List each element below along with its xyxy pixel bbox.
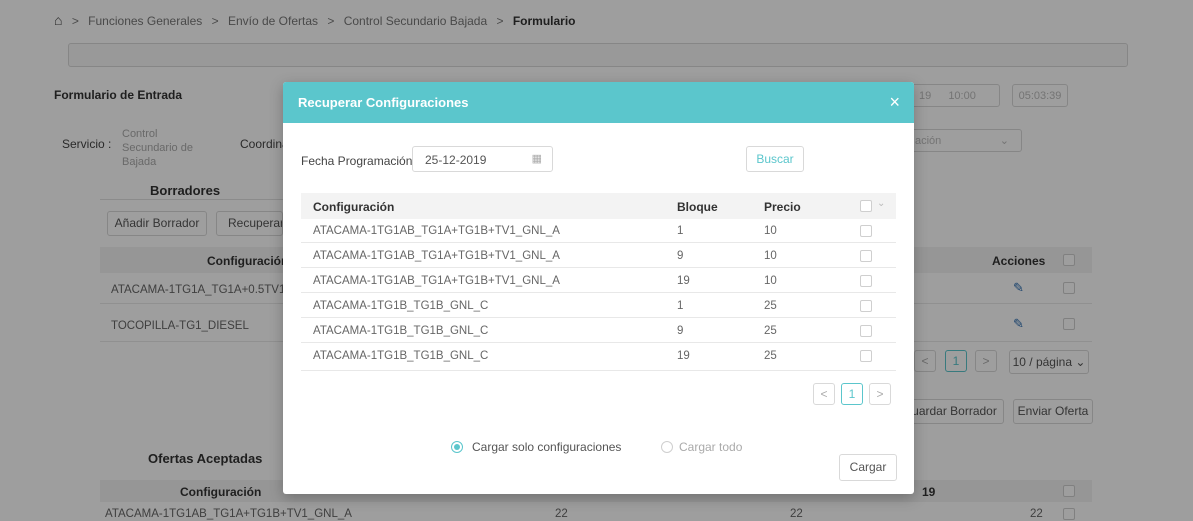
table-cell-precio: 25	[764, 300, 777, 312]
radio-load-only-configs[interactable]	[451, 441, 463, 453]
row-checkbox[interactable]	[860, 325, 872, 337]
page-1-button[interactable]: 1	[841, 383, 863, 405]
row-divider	[301, 292, 896, 293]
row-checkbox[interactable]	[860, 250, 872, 262]
table-cell-bloque: 9	[677, 325, 684, 337]
modal-header: Recuperar Configuraciones ×	[283, 82, 914, 123]
table-cell-precio: 10	[764, 225, 777, 237]
table-cell-config: ATACAMA-1TG1B_TG1B_GNL_C	[313, 350, 489, 362]
table-cell-precio: 10	[764, 275, 777, 287]
load-button[interactable]: Cargar	[839, 454, 897, 481]
table-cell-config: ATACAMA-1TG1AB_TG1A+TG1B+TV1_GNL_A	[313, 225, 560, 237]
col-bloque: Bloque	[677, 200, 718, 214]
chevron-down-icon[interactable]: ⌄	[877, 198, 885, 209]
table-cell-config: ATACAMA-1TG1AB_TG1A+TG1B+TV1_GNL_A	[313, 250, 560, 262]
row-divider	[301, 242, 896, 243]
next-page-button[interactable]: >	[869, 383, 891, 405]
radio-load-all[interactable]	[661, 441, 673, 453]
table-cell-config: ATACAMA-1TG1B_TG1B_GNL_C	[313, 325, 489, 337]
table-cell-precio: 10	[764, 250, 777, 262]
row-checkbox[interactable]	[860, 275, 872, 287]
table-cell-config: ATACAMA-1TG1B_TG1B_GNL_C	[313, 300, 489, 312]
date-value: 25-12-2019	[425, 153, 487, 167]
row-checkbox[interactable]	[860, 350, 872, 362]
radio-load-only-configs-label[interactable]: Cargar solo configuraciones	[472, 440, 621, 454]
table-cell-bloque: 19	[677, 350, 690, 362]
table-cell-precio: 25	[764, 350, 777, 362]
close-icon[interactable]: ×	[889, 92, 900, 113]
col-configuracion: Configuración	[313, 200, 395, 214]
date-label: Fecha Programación :	[301, 154, 420, 168]
row-divider	[301, 317, 896, 318]
table-cell-bloque: 19	[677, 275, 690, 287]
table-cell-config: ATACAMA-1TG1AB_TG1A+TG1B+TV1_GNL_A	[313, 275, 560, 287]
calendar-icon: ▦	[531, 153, 542, 165]
row-divider	[301, 370, 896, 371]
recover-config-modal: Recuperar Configuraciones × Fecha Progra…	[283, 82, 914, 494]
row-checkbox[interactable]	[860, 225, 872, 237]
table-cell-bloque: 9	[677, 250, 684, 262]
row-checkbox[interactable]	[860, 300, 872, 312]
modal-title: Recuperar Configuraciones	[298, 95, 469, 110]
table-cell-precio: 25	[764, 325, 777, 337]
row-divider	[301, 267, 896, 268]
search-button[interactable]: Buscar	[746, 146, 804, 172]
col-precio: Precio	[764, 200, 801, 214]
table-cell-bloque: 1	[677, 225, 684, 237]
radio-load-all-label[interactable]: Cargar todo	[679, 440, 742, 454]
prev-page-button[interactable]: <	[813, 383, 835, 405]
date-input[interactable]: 25-12-2019 ▦	[412, 146, 553, 172]
select-all-checkbox[interactable]	[860, 200, 872, 212]
row-divider	[301, 342, 896, 343]
table-cell-bloque: 1	[677, 300, 684, 312]
